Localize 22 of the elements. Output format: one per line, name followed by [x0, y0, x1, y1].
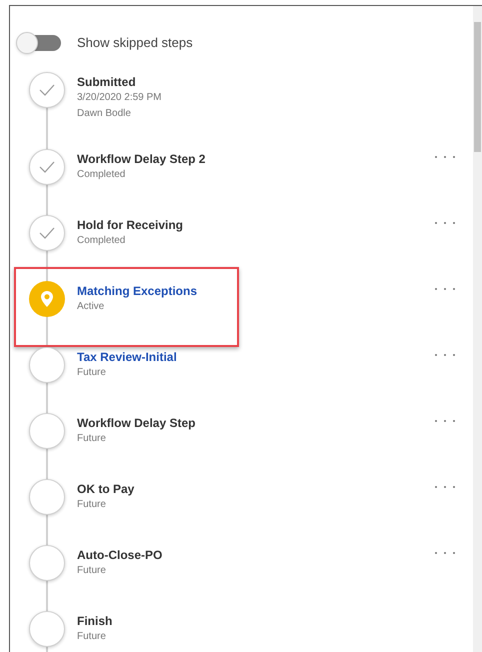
step-title: Hold for Receiving [77, 217, 184, 233]
step-detail: Future [77, 564, 107, 578]
step-detail: Future [77, 366, 107, 380]
step-detail: Completed [77, 234, 126, 248]
step-title[interactable]: Tax Review-Initial [77, 349, 433, 365]
toggle-switch[interactable] [17, 35, 61, 51]
step-detail: Future [77, 630, 107, 644]
scrollbar[interactable] [473, 6, 482, 652]
toggle-label: Show skipped steps [77, 34, 193, 52]
step-detail: Active [77, 300, 106, 314]
step-detail: Future [77, 498, 107, 512]
step-detail: 3/20/2020 2:59 PM [77, 91, 163, 105]
step-title: Finish [77, 613, 114, 629]
step-title: Workflow Delay Step 2 [77, 151, 206, 167]
step-title: OK to Pay [77, 481, 136, 497]
step-title: Auto-Close-PO [77, 547, 164, 563]
step-title: Workflow Delay Step [77, 415, 196, 431]
step-detail: Completed [77, 168, 126, 182]
step-title: Submitted [77, 74, 137, 90]
step-detail: Dawn Bodle [77, 107, 132, 121]
step-title[interactable]: Matching Exceptions [77, 283, 433, 299]
step-detail: Future [77, 432, 107, 446]
